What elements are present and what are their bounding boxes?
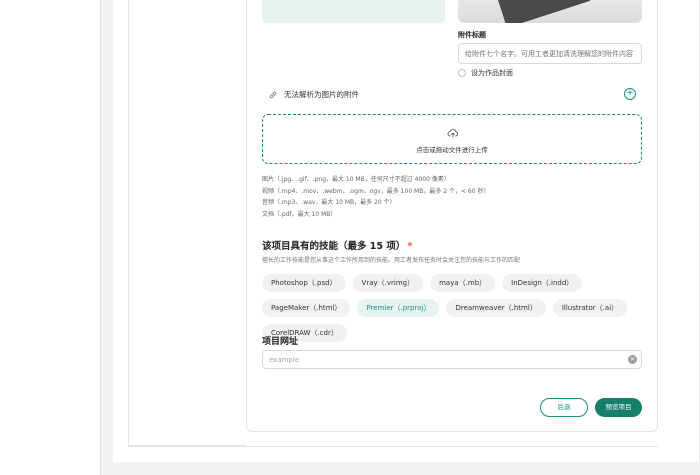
inner-side-column (128, 0, 246, 446)
back-button[interactable]: 后退 (540, 398, 588, 417)
set-cover-option[interactable]: 设为作品封面 (458, 68, 513, 78)
project-url-input[interactable] (262, 350, 642, 369)
upload-dropzone[interactable]: 点击或拖动文件进行上传 (262, 114, 642, 164)
skill-chip-pagemaker[interactable]: PageMaker（.html） (262, 299, 351, 317)
attachment-caption-input[interactable] (458, 43, 642, 64)
thumbnail-device-image (493, 0, 593, 23)
link-icon (269, 91, 277, 98)
file-rule-images: 图片（.jpg、.gif、.png，最大 10 MB，任何尺寸不超过 4000 … (262, 176, 450, 183)
cloud-upload-icon (447, 129, 458, 138)
left-sidebar (0, 0, 101, 475)
skill-chip-indesign[interactable]: InDesign（.indd） (502, 274, 583, 292)
required-mark: * (407, 241, 413, 252)
file-rule-video: 视频（.mp4、.mov、.webm、.ogm、ogv，最多 100 MB，最多… (262, 187, 490, 195)
skill-chip-photoshop[interactable]: Photoshop（.psd） (262, 274, 346, 292)
skill-chip-illustrator[interactable]: Illustrator（.ai） (552, 299, 628, 317)
panel-bottom-divider (128, 446, 658, 447)
upload-prompt: 点击或拖动文件进行上传 (416, 146, 488, 154)
clear-circle-icon[interactable]: ✕ (628, 355, 637, 364)
skills-title-text: 该项目具有的技能（最多 15 项） (262, 241, 406, 252)
plus-circle-icon[interactable]: + (624, 88, 636, 100)
skill-chip-dreamweaver[interactable]: Dreamweaver（.html） (446, 299, 546, 317)
unparsed-attachment-row: 无法解析为图片的附件 (268, 89, 359, 100)
skill-chip-maya[interactable]: maya（.mb） (430, 274, 496, 292)
set-cover-label: 设为作品封面 (471, 69, 513, 77)
file-rules: 图片（.jpg、.gif、.png，最大 10 MB，任何尺寸不超过 4000 … (262, 174, 489, 220)
skills-section-title: 该项目具有的技能（最多 15 项） * (262, 238, 412, 252)
attachment-caption-label: 附件标题 (458, 31, 486, 39)
preview-project-button[interactable]: 预览项目 (595, 398, 642, 417)
skill-chip-vray[interactable]: Vray（.vrimg） (352, 274, 424, 292)
project-url-title: 项目网址 (262, 337, 299, 347)
skills-description: 擅长的工作技能是您从事这个工作所用到的技能。用工者发布任务时会关注您的技能与工作… (262, 257, 521, 264)
file-rule-audio: 音频（.mp3、.wav，最大 10 MB，最多 20 个） (262, 199, 396, 206)
file-rule-document: 文档（.pdf，最大 10 MB） (262, 210, 337, 218)
unparsed-attachment-label: 无法解析为图片的附件 (284, 90, 359, 99)
attachment-thumbnail[interactable] (458, 0, 642, 23)
skill-chip-list: Photoshop（.psd） Vray（.vrimg） maya（.mb） I… (262, 274, 642, 342)
set-cover-radio[interactable] (458, 69, 466, 77)
image-placeholder (262, 0, 445, 23)
skill-chip-premier[interactable]: Premier（.prproj） (357, 299, 440, 317)
